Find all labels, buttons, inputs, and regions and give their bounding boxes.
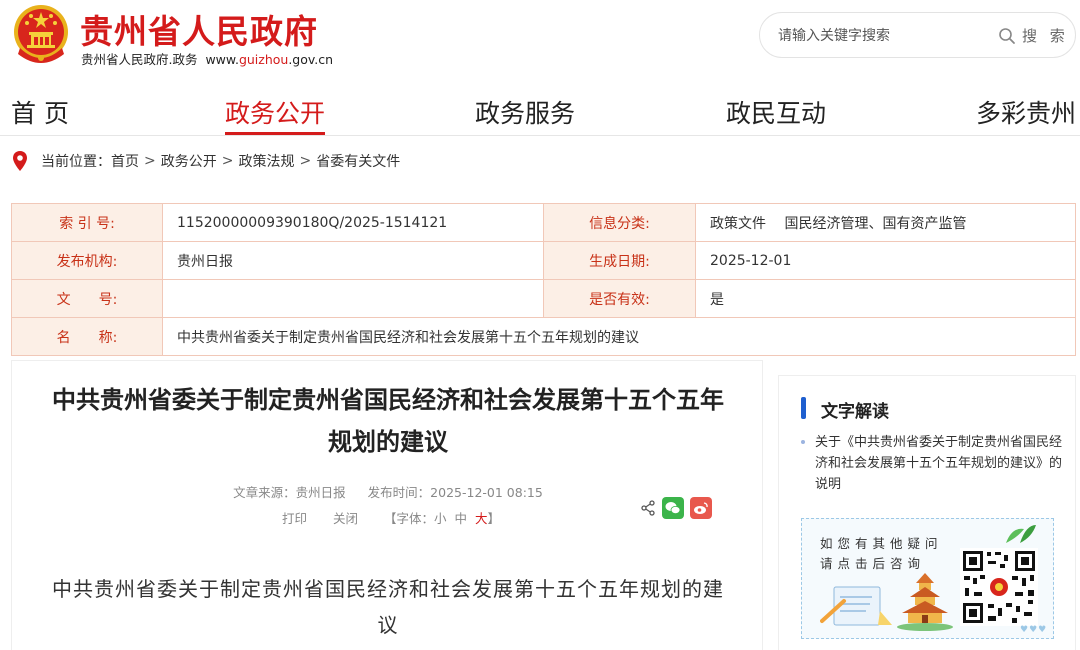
breadcrumb-separator: > <box>144 153 156 169</box>
font-size-prefix: 【字体： <box>384 511 435 526</box>
category-label: 信息分类: <box>543 203 696 242</box>
search-button[interactable]: 搜 索 <box>1022 25 1069 46</box>
search-icon[interactable] <box>998 27 1016 45</box>
article-body-title: 中共贵州省委关于制定贵州省国民经济和社会发展第十五个五年规划的建议 <box>52 577 724 637</box>
search-box: 搜 索 <box>759 12 1076 58</box>
publisher-value: 贵州日报 <box>162 241 544 280</box>
table-row: 发布机构: 贵州日报 生成日期: 2025-12-01 <box>11 241 1076 280</box>
site-subtitle: 贵州省人民政府.政务 www.guizhou.gov.cn <box>81 49 333 68</box>
category-value: 政策文件 国民经济管理、国有资产监管 <box>695 203 1076 242</box>
share-bar <box>640 497 712 519</box>
share-icon[interactable] <box>640 500 656 516</box>
font-size-suffix: 】 <box>487 511 500 526</box>
publisher-label: 发布机构: <box>11 241 163 280</box>
domain-main: guizhou <box>238 52 289 67</box>
docno-value <box>162 279 544 318</box>
interpretation-title: 文字解读 <box>821 402 889 422</box>
date-value: 2025-12-01 <box>695 241 1076 280</box>
leaf-decoration-icon <box>1006 525 1036 543</box>
site-title[interactable]: 贵州省人民政府 <box>80 5 318 53</box>
breadcrumb-gov-affairs[interactable]: 政务公开 <box>161 151 217 171</box>
article-panel: 中共贵州省委关于制定贵州省国民经济和社会发展第十五个五年规划的建议 文章来源：贵… <box>11 360 763 650</box>
valid-label: 是否有效: <box>543 279 696 318</box>
page: 贵州省人民政府 贵州省人民政府.政务 www.guizhou.gov.cn 搜 … <box>0 0 1080 650</box>
breadcrumb-provincial-docs[interactable]: 省委有关文件 <box>316 151 400 171</box>
table-row: 名 称: 中共贵州省委关于制定贵州省国民经济和社会发展第十五个五年规划的建议 <box>11 317 1076 356</box>
docno-label: 文 号: <box>11 279 163 318</box>
document-info-table: 索 引 号: 11520000009390180Q/2025-1514121 信… <box>11 203 1076 356</box>
nav-item-colorful-guizhou[interactable]: 多彩贵州 <box>976 94 1076 130</box>
site-subtitle-name: 贵州省人民政府.政务 <box>81 52 198 67</box>
index-label: 索 引 号: <box>11 203 163 242</box>
date-label: 生成日期: <box>543 241 696 280</box>
breadcrumb-separator: > <box>221 153 234 169</box>
nav-item-interaction[interactable]: 政民互动 <box>726 94 826 130</box>
nav-item-gov-affairs[interactable]: 政务公开 <box>225 94 325 130</box>
wechat-share-icon[interactable] <box>662 497 684 519</box>
print-button[interactable]: 打印 <box>282 511 307 526</box>
name-value: 中共贵州省委关于制定贵州省国民经济和社会发展第十五个五年规划的建议 <box>162 317 1076 356</box>
table-row: 索 引 号: 11520000009390180Q/2025-1514121 信… <box>11 203 1076 242</box>
domain-suffix: .gov.cn <box>288 52 334 67</box>
breadcrumb-home[interactable]: 首页 <box>111 151 139 171</box>
qr-code-icon[interactable] <box>960 548 1038 626</box>
index-value: 11520000009390180Q/2025-1514121 <box>162 203 544 242</box>
font-size-small[interactable]: 小 <box>434 511 447 526</box>
pavilion-illustration-icon <box>897 573 953 631</box>
location-pin-icon <box>13 151 27 171</box>
heart-decoration-icon: ♥♥♥ <box>1020 625 1048 635</box>
article-title: 中共贵州省委关于制定贵州省国民经济和社会发展第十五个五年规划的建议 <box>52 386 724 456</box>
article-source: 文章来源：贵州日报 <box>233 485 346 500</box>
breadcrumb-separator: > <box>299 153 312 169</box>
weibo-share-icon[interactable] <box>690 497 712 519</box>
interpretation-panel: 文字解读 关于《中共贵州省委关于制定贵州省国民经济和社会发展第十五个五年规划的建… <box>778 375 1076 650</box>
site-header: 贵州省人民政府 贵州省人民政府.政务 www.guizhou.gov.cn 搜 … <box>0 0 1080 80</box>
site-domain: www.guizhou.gov.cn <box>205 52 333 67</box>
domain-prefix: www. <box>205 52 239 67</box>
name-label: 名 称: <box>11 317 163 356</box>
national-emblem-icon[interactable] <box>10 2 72 66</box>
consult-line-2: 请点击后咨询 <box>820 556 926 571</box>
nav-active-indicator <box>225 132 325 135</box>
close-button[interactable]: 关闭 <box>333 511 358 526</box>
breadcrumb-prefix: 当前位置： <box>41 154 111 170</box>
nav-item-home[interactable]: 首 页 <box>11 94 69 130</box>
search-input[interactable] <box>778 25 983 47</box>
article-tools: 打印 关闭 【字体：小 中 大】 <box>282 508 500 527</box>
table-row: 文 号: 是否有效: 是 <box>11 279 1076 318</box>
nav-item-services[interactable]: 政务服务 <box>475 94 575 130</box>
consult-banner[interactable]: 如您有其他疑问 请点击后咨询 ♥♥♥ <box>801 518 1054 639</box>
article-publish-time: 发布时间：2025-12-01 08:15 <box>367 485 543 500</box>
valid-value: 是 <box>695 279 1076 318</box>
breadcrumb: 当前位置： 首页 > 政务公开 > 政策法规 > 省委有关文件 <box>12 149 400 173</box>
consult-line-1: 如您有其他疑问 <box>820 536 943 551</box>
font-size-large[interactable]: 大 <box>475 511 488 526</box>
interpretation-link[interactable]: 关于《中共贵州省委关于制定贵州省国民经济和社会发展第十五个五年规划的建议》的说明 <box>801 432 1063 495</box>
document-illustration-icon <box>820 586 892 626</box>
main-nav: 首 页 政务公开 政务服务 政民互动 多彩贵州 <box>0 86 1080 136</box>
section-accent-bar <box>801 397 806 419</box>
breadcrumb-policy[interactable]: 政策法规 <box>238 151 294 171</box>
font-size-medium[interactable]: 中 <box>454 511 467 526</box>
